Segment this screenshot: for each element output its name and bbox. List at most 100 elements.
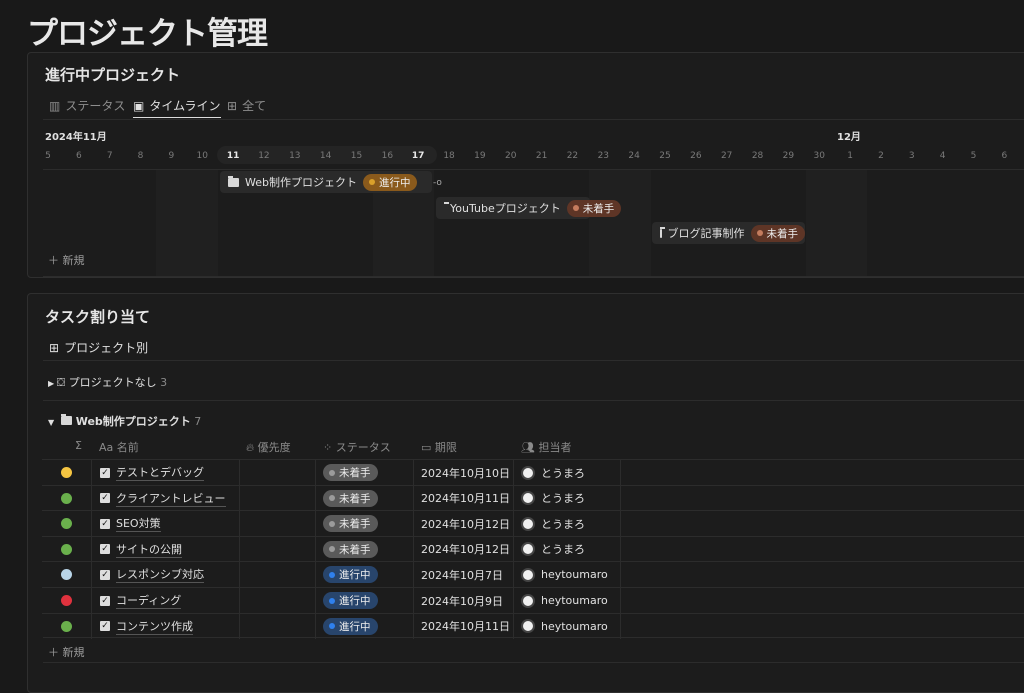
fire-icon: 🔥︎ (246, 441, 258, 454)
table-row[interactable]: ✓ サイトの公開 未着手 2024年10月12日 とうまろ (42, 535, 1024, 562)
assignee-cell[interactable]: heytoumaro (514, 613, 621, 639)
day-label: 9 (168, 151, 175, 161)
column-header-priority[interactable]: 🔥︎ 優先度 (246, 439, 291, 455)
day-label: 29 (782, 151, 795, 161)
status-badge: 進行中 (323, 592, 378, 609)
due-date[interactable]: 2024年10月12日 (414, 536, 514, 562)
day-label: 13 (289, 151, 301, 161)
day-label: 7 (106, 151, 113, 161)
tasks-title: タスク割り当て (45, 308, 151, 326)
page-title: プロジェクト管理 (27, 16, 268, 52)
status-cell[interactable]: 進行中 (316, 613, 414, 639)
priority-cell[interactable] (240, 485, 316, 511)
table-row[interactable]: ✓ レスポンシブ対応 進行中 2024年10月7日 heytoumaro (42, 561, 1024, 588)
due-date[interactable]: 2024年10月10日 (414, 460, 514, 485)
timeline-item[interactable]: Web制作プロジェクト 進行中 (220, 171, 432, 193)
due-date[interactable]: 2024年10月11日 (414, 613, 514, 639)
due-date[interactable]: 2024年10月9日 (414, 588, 514, 613)
day-label: 6 (1001, 151, 1008, 161)
sigma-icon: Σ (75, 439, 82, 452)
column-header-assignee[interactable]: 👥︎ 担当者 (521, 439, 571, 455)
assignee-cell[interactable]: とうまろ (514, 485, 621, 511)
task-name[interactable]: ✓ コンテンツ作成 (92, 613, 240, 639)
group-no-project[interactable]: ▶ ⛋ プロジェクトなし 3 (48, 374, 167, 390)
task-name[interactable]: ✓ レスポンシブ対応 (92, 562, 240, 588)
people-icon: 👥︎ (521, 441, 539, 454)
priority-indicator-icon (61, 492, 72, 504)
tab-status[interactable]: ▥ ステータス (49, 97, 125, 114)
due-date[interactable]: 2024年10月11日 (414, 485, 514, 511)
day-label: 27 (720, 151, 733, 161)
day-label: 4 (939, 151, 946, 161)
tab-timeline[interactable]: ▣ タイムライン (133, 97, 221, 118)
table-row[interactable]: ✓ テストとデバッグ 未着手 2024年10月10日 とうまろ (42, 459, 1024, 485)
priority-cell[interactable] (240, 588, 316, 613)
day-label: 24 (628, 151, 640, 161)
due-date[interactable]: 2024年10月12日 (414, 511, 514, 537)
assignee-cell[interactable]: とうまろ (514, 536, 621, 562)
table-icon: ⊞ (227, 98, 238, 113)
tab-all[interactable]: ⊞ 全て (227, 97, 266, 114)
assignee-cell[interactable]: とうまろ (514, 460, 621, 485)
table-row[interactable]: ✓ コンテンツ作成 進行中 2024年10月11日 heytoumaro (42, 612, 1024, 639)
projects-title: 進行中プロジェクト (45, 66, 181, 84)
status-badge: 進行中 (323, 566, 378, 584)
priority-cell[interactable] (240, 562, 316, 588)
plus-icon: ＋ (48, 254, 63, 267)
task-name[interactable]: ✓ コーディング (92, 588, 240, 613)
assignee-cell[interactable]: とうまろ (514, 511, 621, 537)
task-name[interactable]: ✓ SEO対策 (92, 511, 240, 537)
table-row[interactable]: ✓ SEO対策 未着手 2024年10月12日 とうまろ (42, 510, 1024, 537)
day-label: 5 (970, 151, 977, 161)
task-name[interactable]: ✓ クライアントレビュー (92, 485, 240, 511)
table-row[interactable]: ✓ コーディング 進行中 2024年10月9日 heytoumaro (42, 587, 1024, 613)
column-header-due[interactable]: ▭ 期限 (421, 439, 457, 455)
status-cell[interactable]: 進行中 (316, 562, 414, 588)
status-cell[interactable]: 未着手 (316, 460, 414, 485)
priority-cell[interactable] (240, 511, 316, 537)
checkbox-icon: ✓ (100, 621, 110, 632)
priority-indicator-icon (61, 543, 72, 555)
table-icon: ⊞ (49, 340, 60, 355)
tab-by-project[interactable]: ⊞ プロジェクト別 (49, 339, 148, 356)
status-icon: ⁘ (323, 441, 336, 454)
day-label: 14 (319, 151, 332, 161)
timeline-item[interactable]: YouTubeプロジェクト 未着手 (436, 197, 622, 219)
priority-cell[interactable] (240, 460, 316, 485)
dependency-handle-icon[interactable]: -o (433, 178, 442, 188)
status-cell[interactable]: 進行中 (316, 588, 414, 613)
avatar (521, 619, 535, 634)
group-web-project[interactable]: ▼ Web制作プロジェクト 7 (48, 413, 201, 429)
day-label: 15 (350, 151, 363, 161)
timeline-icon: ▣ (133, 98, 145, 113)
column-header-status[interactable]: ⁘ ステータス (323, 439, 391, 455)
board-icon: ▥ (49, 98, 61, 113)
task-name[interactable]: ✓ サイトの公開 (92, 536, 240, 562)
day-label: 20 (505, 151, 517, 161)
day-label: 11 (226, 151, 240, 161)
due-date[interactable]: 2024年10月7日 (414, 562, 514, 588)
task-name[interactable]: ✓ テストとデバッグ (92, 460, 240, 485)
status-cell[interactable]: 未着手 (316, 485, 414, 511)
status-cell[interactable]: 未着手 (316, 536, 414, 562)
new-task-button[interactable]: ＋ 新規 (48, 644, 85, 660)
new-project-button[interactable]: ＋ 新規 (48, 252, 85, 268)
timeline-item[interactable]: ブログ記事制作 未着手 (652, 222, 805, 244)
table-row[interactable]: ✓ クライアントレビュー 未着手 2024年10月11日 とうまろ (42, 484, 1024, 511)
day-label: 6 (75, 151, 82, 161)
priority-indicator-icon (61, 467, 72, 478)
priority-cell[interactable] (240, 613, 316, 639)
day-label: 18 (443, 151, 455, 161)
status-cell[interactable]: 未着手 (316, 511, 414, 537)
day-label: 25 (659, 151, 671, 161)
assignee-cell[interactable]: heytoumaro (514, 562, 621, 588)
assignee-cell[interactable]: heytoumaro (514, 588, 621, 613)
day-label: 3 (908, 151, 915, 161)
priority-indicator-icon (61, 620, 72, 632)
column-header-name[interactable]: Aa 名前 (99, 439, 139, 455)
status-badge: 未着手 (566, 199, 622, 217)
day-label: 1 (847, 151, 853, 161)
priority-cell[interactable] (240, 536, 316, 562)
avatar (521, 593, 535, 608)
priority-indicator-icon (61, 518, 72, 530)
